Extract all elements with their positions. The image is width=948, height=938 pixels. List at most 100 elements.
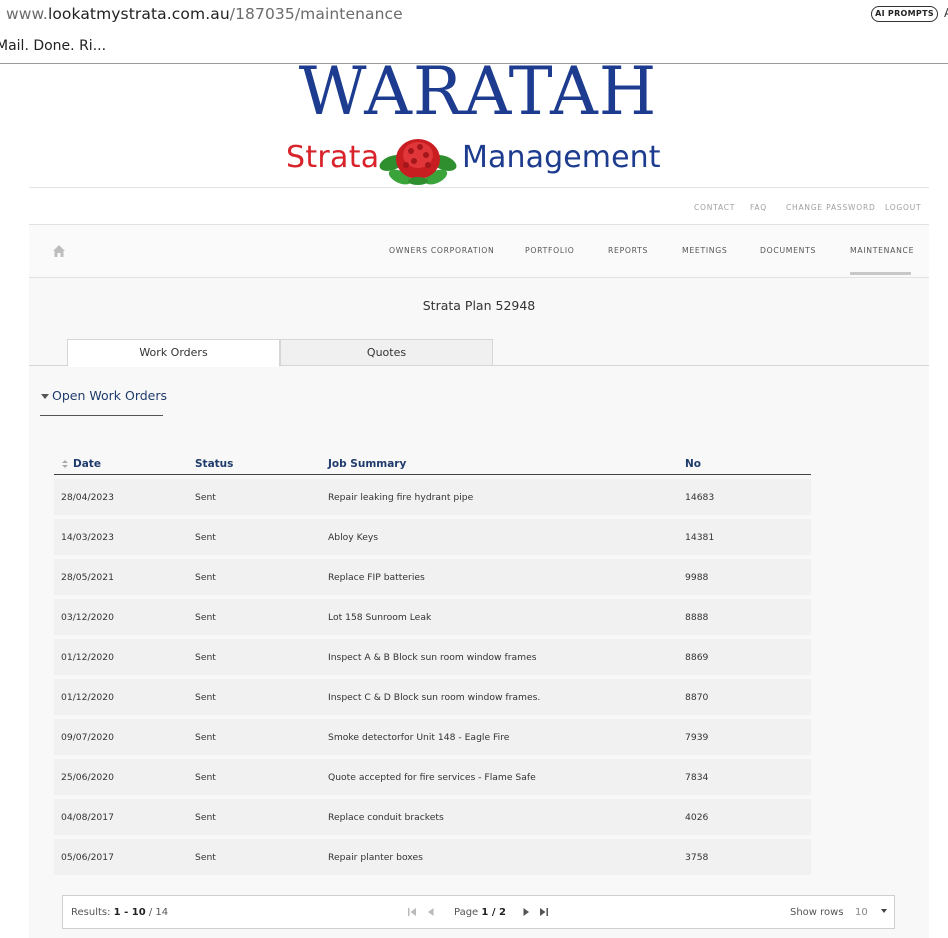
cell-no: 14381 bbox=[685, 519, 811, 555]
column-label: Date bbox=[73, 458, 101, 470]
url-domain: lookatmystrata.com.au bbox=[47, 5, 230, 23]
show-rows-label: Show rows bbox=[790, 907, 844, 918]
cell-job-summary: Inspect A & B Block sun room window fram… bbox=[328, 639, 685, 675]
column-header-job-summary[interactable]: Job Summary bbox=[328, 453, 685, 475]
caret-down-icon bbox=[41, 394, 49, 399]
logout-link[interactable]: LOGOUT bbox=[885, 203, 921, 212]
cell-job-summary: Replace conduit brackets bbox=[328, 799, 685, 835]
cell-job-summary: Inspect C & D Block sun room window fram… bbox=[328, 679, 685, 715]
table-row[interactable]: 04/08/2017 Sent Replace conduit brackets 40… bbox=[54, 799, 811, 835]
open-work-orders-toggle[interactable]: Open Work Orders bbox=[40, 386, 167, 416]
logo-management: Management bbox=[462, 140, 661, 175]
cell-date: 04/08/2017 bbox=[54, 799, 195, 835]
next-page-icon[interactable] bbox=[520, 906, 532, 918]
cell-status: Sent bbox=[195, 839, 328, 875]
prev-page-icon[interactable] bbox=[425, 906, 437, 918]
nav-maintenance[interactable]: MAINTENANCE bbox=[850, 246, 914, 255]
cell-date: 14/03/2023 bbox=[54, 519, 195, 555]
ai-extra-glyph: A bbox=[944, 6, 948, 20]
nav-owners-corporation[interactable]: OWNERS CORPORATION bbox=[389, 246, 494, 255]
sort-icon[interactable] bbox=[62, 459, 68, 469]
table-row[interactable]: 25/06/2020 Sent Quote accepted for fire se… bbox=[54, 759, 811, 795]
cell-date: 28/05/2021 bbox=[54, 559, 195, 595]
cell-date: 28/04/2023 bbox=[54, 479, 195, 515]
logo-strata: Strata bbox=[286, 140, 380, 175]
nav-documents[interactable]: DOCUMENTS bbox=[760, 246, 816, 255]
url-text[interactable]: www.lookatmystrata.com.au/187035/mainten… bbox=[6, 5, 403, 23]
page-label: Page bbox=[454, 907, 479, 918]
results-total: / 14 bbox=[148, 907, 169, 918]
bookmark-item[interactable]: Mail. Done. Ri... bbox=[0, 38, 106, 54]
home-icon[interactable] bbox=[52, 244, 66, 258]
work-orders-table: Date Status Job Summary No 28/04/2023 Sen… bbox=[54, 449, 811, 879]
first-page-icon[interactable] bbox=[406, 906, 418, 918]
cell-status: Sent bbox=[195, 679, 328, 715]
cell-job-summary: Abloy Keys bbox=[328, 519, 685, 555]
cell-no: 8869 bbox=[685, 639, 811, 675]
contact-link[interactable]: CONTACT bbox=[694, 203, 735, 212]
cell-no: 8888 bbox=[685, 599, 811, 635]
chevron-down-icon bbox=[881, 909, 887, 913]
content-panel: WARATAH Strata Management CONTACT FAQ CH… bbox=[29, 59, 929, 938]
cell-status: Sent bbox=[195, 639, 328, 675]
page-value: 1 / 2 bbox=[481, 907, 506, 918]
waratah-flower-icon bbox=[379, 139, 457, 185]
url-prefix: www. bbox=[6, 5, 48, 23]
nav-active-indicator bbox=[850, 272, 911, 275]
cell-date: 09/07/2020 bbox=[54, 719, 195, 755]
cell-job-summary: Lot 158 Sunroom Leak bbox=[328, 599, 685, 635]
cell-no: 7834 bbox=[685, 759, 811, 795]
results-count: Results: 1 - 10 / 14 bbox=[71, 907, 168, 918]
cell-status: Sent bbox=[195, 519, 328, 555]
tab-bar: Work Orders Quotes bbox=[29, 339, 929, 367]
table-row[interactable]: 14/03/2023 Sent Abloy Keys 14381 bbox=[54, 519, 811, 555]
cell-job-summary: Repair planter boxes bbox=[328, 839, 685, 875]
page-indicator: Page 1 / 2 bbox=[454, 907, 506, 918]
cell-status: Sent bbox=[195, 719, 328, 755]
utility-links: CONTACT FAQ CHANGE PASSWORD LOGOUT bbox=[29, 187, 929, 225]
cell-no: 9988 bbox=[685, 559, 811, 595]
cell-status: Sent bbox=[195, 479, 328, 515]
tab-quotes[interactable]: Quotes bbox=[280, 339, 493, 366]
table-header-row: Date Status Job Summary No bbox=[54, 453, 811, 475]
column-header-no[interactable]: No bbox=[685, 453, 811, 475]
table-row[interactable]: 09/07/2020 Sent Smoke detectorfor Unit 148… bbox=[54, 719, 811, 755]
cell-no: 8870 bbox=[685, 679, 811, 715]
table-row[interactable]: 05/06/2017 Sent Repair planter boxes 3758 bbox=[54, 839, 811, 875]
nav-meetings[interactable]: MEETINGS bbox=[682, 246, 728, 255]
tab-work-orders[interactable]: Work Orders bbox=[67, 339, 280, 367]
column-header-status[interactable]: Status bbox=[195, 453, 328, 475]
faq-link[interactable]: FAQ bbox=[750, 203, 767, 212]
url-path: /187035/maintenance bbox=[229, 5, 403, 23]
logo-title: WARATAH bbox=[298, 53, 658, 130]
ai-prompts-button[interactable]: AI PROMPTS bbox=[871, 6, 938, 22]
cell-job-summary: Repair leaking fire hydrant pipe bbox=[328, 479, 685, 515]
table-row[interactable]: 28/05/2021 Sent Replace FIP batteries 9988 bbox=[54, 559, 811, 595]
address-bar[interactable]: www.lookatmystrata.com.au/187035/mainten… bbox=[0, 0, 948, 30]
last-page-icon[interactable] bbox=[538, 906, 550, 918]
column-header-date[interactable]: Date bbox=[54, 453, 195, 475]
cell-date: 01/12/2020 bbox=[54, 679, 195, 715]
page-title: Strata Plan 52948 bbox=[422, 298, 536, 313]
rows-per-page-select[interactable]: 10 bbox=[855, 907, 891, 918]
cell-job-summary: Quote accepted for fire services - Flame… bbox=[328, 759, 685, 795]
table-row[interactable]: 03/12/2020 Sent Lot 158 Sunroom Leak 8888 bbox=[54, 599, 811, 635]
cell-date: 01/12/2020 bbox=[54, 639, 195, 675]
table-row[interactable]: 28/04/2023 Sent Repair leaking fire hydran… bbox=[54, 479, 811, 515]
cell-date: 25/06/2020 bbox=[54, 759, 195, 795]
cell-no: 7939 bbox=[685, 719, 811, 755]
results-label: Results: bbox=[71, 907, 111, 918]
cell-status: Sent bbox=[195, 599, 328, 635]
table-row[interactable]: 01/12/2020 Sent Inspect A & B Block sun ro… bbox=[54, 639, 811, 675]
rows-value: 10 bbox=[855, 907, 868, 918]
cell-no: 3758 bbox=[685, 839, 811, 875]
pagination-bar: Results: 1 - 10 / 14 Page 1 / 2 Show row… bbox=[62, 895, 895, 929]
header-logo-area: WARATAH Strata Management bbox=[29, 59, 929, 187]
nav-portfolio[interactable]: PORTFOLIO bbox=[525, 246, 575, 255]
cell-job-summary: Replace FIP batteries bbox=[328, 559, 685, 595]
change-password-link[interactable]: CHANGE PASSWORD bbox=[786, 203, 876, 212]
waratah-logo[interactable]: WARATAH Strata Management bbox=[286, 59, 670, 187]
cell-status: Sent bbox=[195, 759, 328, 795]
table-row[interactable]: 01/12/2020 Sent Inspect C & D Block sun ro… bbox=[54, 679, 811, 715]
nav-reports[interactable]: REPORTS bbox=[608, 246, 648, 255]
